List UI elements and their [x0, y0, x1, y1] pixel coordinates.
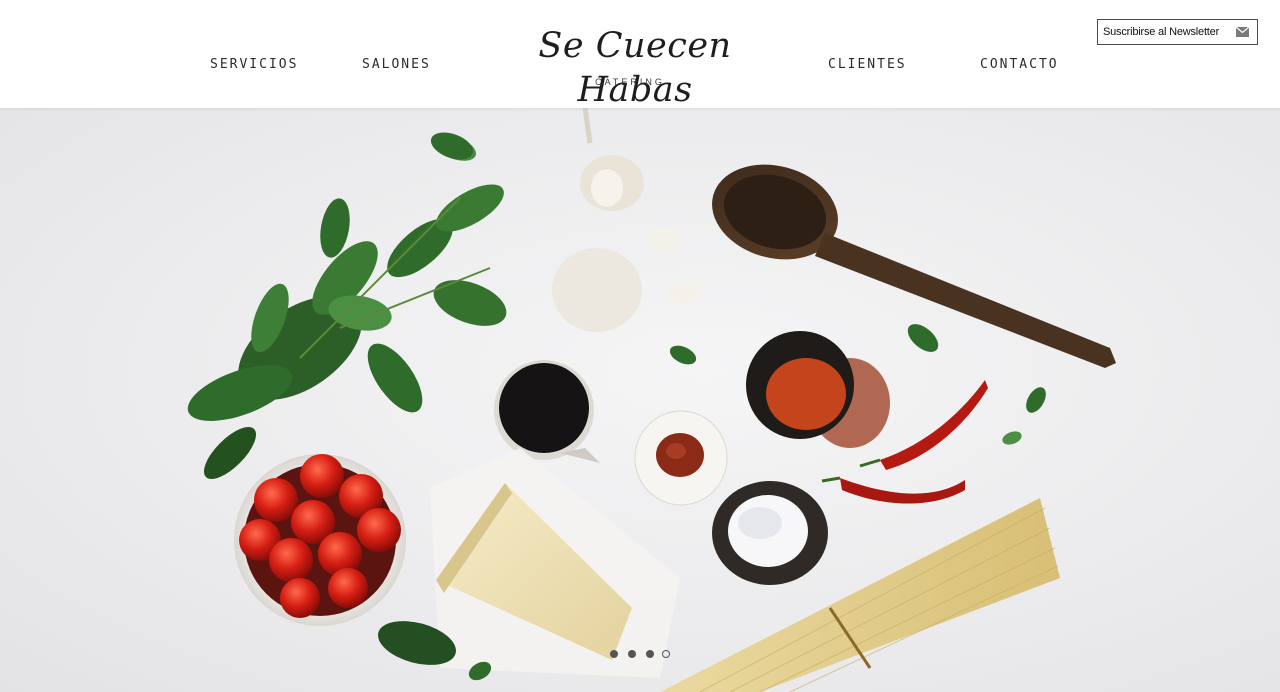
logo-subtitle: CATERING	[595, 77, 665, 87]
paprika-bowl	[746, 331, 890, 448]
site-header: SERVICIOS SALONES Se Cuecen Habas CATERI…	[0, 0, 1280, 110]
food-ingredients-image	[187, 108, 1116, 692]
basil-bunch	[187, 135, 507, 479]
nav-salones[interactable]: SALONES	[362, 57, 431, 73]
logo[interactable]: Se Cuecen Habas CATERING	[500, 24, 770, 110]
carousel-dot[interactable]	[610, 650, 618, 658]
carousel-dot[interactable]	[628, 650, 636, 658]
envelope-icon	[1236, 27, 1249, 37]
salt-bowl	[712, 481, 828, 585]
carousel-dots	[610, 650, 674, 660]
nav-contacto[interactable]: CONTACTO	[980, 57, 1059, 73]
newsletter-label: Suscribirse al Newsletter	[1103, 26, 1220, 38]
chili-flakes-bowl	[634, 410, 728, 506]
balsamic-bowl	[494, 360, 600, 463]
nav-clientes[interactable]: CLIENTES	[828, 57, 907, 73]
newsletter-button[interactable]: Suscribirse al Newsletter	[1097, 19, 1258, 45]
carousel-dot[interactable]	[646, 650, 654, 658]
garlic	[552, 108, 703, 332]
nav-servicios[interactable]: SERVICIOS	[210, 57, 298, 73]
logo-script: Se Cuecen Habas	[538, 26, 732, 110]
carousel-dot-active[interactable]	[662, 650, 670, 658]
hero-slideshow	[0, 108, 1280, 692]
tomato-bowl	[234, 454, 406, 626]
wooden-spoon	[712, 164, 1116, 368]
